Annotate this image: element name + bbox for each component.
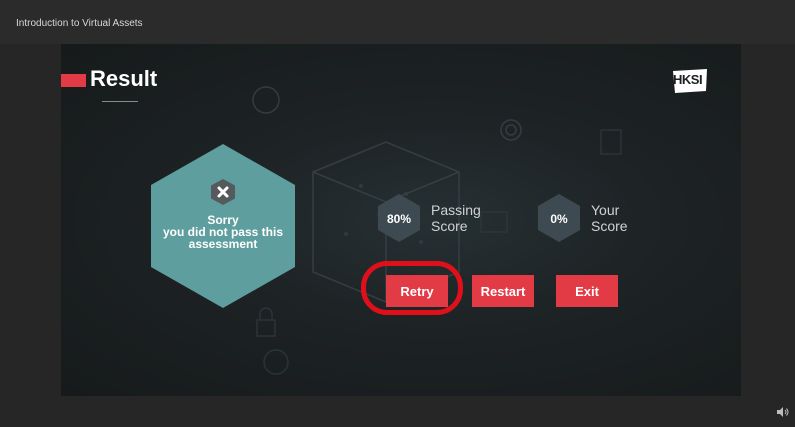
- title-accent-bar: [61, 74, 86, 87]
- retry-highlight-circle: [361, 261, 463, 315]
- slide-stage: Result HKSI Sorry you did not pass this …: [61, 44, 741, 396]
- passing-score-label-line: Passing: [431, 202, 481, 218]
- your-score-label: Your Score: [591, 202, 628, 234]
- volume-icon[interactable]: [777, 407, 789, 417]
- exit-button[interactable]: Exit: [556, 275, 618, 307]
- fail-message: Sorry you did not pass this assessment: [139, 214, 307, 250]
- hksi-logo-text: HKSI: [673, 72, 703, 87]
- close-icon: [211, 179, 235, 205]
- your-score-value: 0%: [550, 212, 568, 226]
- passing-score-label: Passing Score: [431, 202, 481, 234]
- passing-score-value: 80%: [386, 212, 412, 226]
- page-title: Result: [90, 66, 158, 91]
- player-controls-bar: [0, 396, 795, 427]
- your-score-label-line: Score: [591, 218, 628, 234]
- window-titlebar: Introduction to Virtual Assets: [0, 0, 795, 44]
- fail-message-line: assessment: [188, 237, 258, 251]
- your-score-label-line: Your: [591, 202, 620, 218]
- course-title: Introduction to Virtual Assets: [16, 18, 143, 29]
- title-underline: [102, 101, 138, 102]
- restart-button[interactable]: Restart: [472, 275, 534, 307]
- passing-score-label-line: Score: [431, 218, 468, 234]
